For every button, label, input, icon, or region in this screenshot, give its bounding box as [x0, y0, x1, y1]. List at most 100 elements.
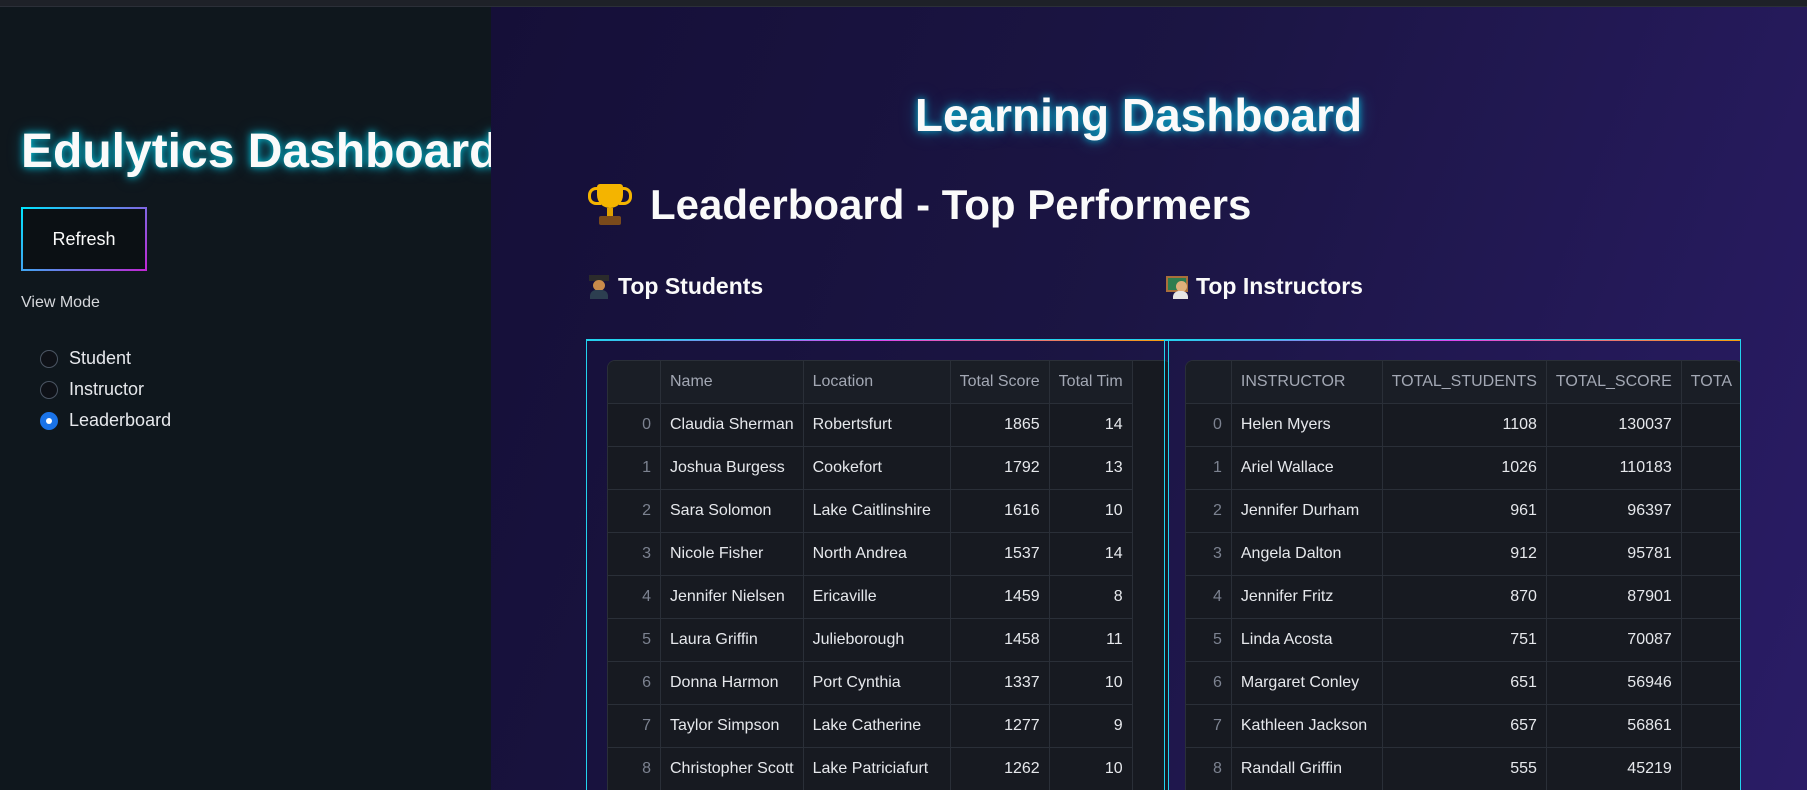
total-score-cell[interactable]: 1616 [950, 489, 1050, 533]
total-score-cell[interactable]: 1262 [950, 747, 1050, 790]
truncated-cell[interactable] [1681, 446, 1740, 490]
total-students-cell[interactable]: 1108 [1382, 403, 1547, 447]
total-time-cell[interactable]: 9 [1049, 704, 1133, 748]
truncated-cell[interactable] [1681, 661, 1740, 705]
total-time-cell[interactable]: 10 [1049, 747, 1133, 790]
location-cell[interactable]: Lake Patriciafurt [803, 747, 951, 790]
name-cell[interactable]: Jennifer Nielsen [660, 575, 804, 619]
total-students-cell[interactable]: 657 [1382, 704, 1547, 748]
total-score-cell[interactable]: 1337 [950, 661, 1050, 705]
total-score-cell[interactable]: 45219 [1546, 747, 1682, 790]
total-score-cell[interactable]: 1459 [950, 575, 1050, 619]
table-row[interactable]: 6 Margaret Conley 651 56946 [1186, 661, 1740, 705]
table-row[interactable]: 8 Randall Griffin 555 45219 [1186, 747, 1740, 790]
table-row[interactable]: 2 Sara Solomon Lake Caitlinshire 1616 10 [608, 489, 1133, 533]
name-cell[interactable]: Taylor Simpson [660, 704, 804, 748]
total-score-cell[interactable]: 87901 [1546, 575, 1682, 619]
instructor-cell[interactable]: Kathleen Jackson [1231, 704, 1383, 748]
truncated-cell[interactable] [1681, 704, 1740, 748]
truncated-cell[interactable] [1681, 532, 1740, 576]
name-cell[interactable]: Claudia Sherman [660, 403, 804, 447]
location-cell[interactable]: Ericaville [803, 575, 951, 619]
location-cell[interactable]: Lake Catherine [803, 704, 951, 748]
total-students-cell[interactable]: 912 [1382, 532, 1547, 576]
instructor-cell[interactable]: Jennifer Durham [1231, 489, 1383, 533]
instructor-cell[interactable]: Jennifer Fritz [1231, 575, 1383, 619]
table-row[interactable]: 3 Nicole Fisher North Andrea 1537 14 [608, 532, 1133, 576]
total-score-cell[interactable]: 96397 [1546, 489, 1682, 533]
truncated-cell[interactable] [1681, 489, 1740, 533]
truncated-cell[interactable] [1681, 575, 1740, 619]
radio-button-icon[interactable] [40, 380, 58, 399]
table-row[interactable]: 0 Claudia Sherman Robertsfurt 1865 14 [608, 403, 1133, 447]
view-mode-option-leaderboard[interactable]: Leaderboard [40, 405, 171, 436]
name-cell[interactable]: Christopher Scott [660, 747, 804, 790]
total-time-cell[interactable]: 13 [1049, 446, 1133, 490]
name-cell[interactable]: Sara Solomon [660, 489, 804, 533]
refresh-button[interactable]: Refresh [21, 207, 147, 271]
column-header-index[interactable] [608, 361, 661, 404]
column-header-truncated[interactable]: TOTA [1681, 361, 1740, 404]
table-row[interactable]: 4 Jennifer Nielsen Ericaville 1459 8 [608, 575, 1133, 619]
column-header-instructor[interactable]: INSTRUCTOR [1231, 361, 1383, 404]
total-score-cell[interactable]: 95781 [1546, 532, 1682, 576]
top-students-table[interactable]: Name Location Total Score Total Tim 0 Cla… [607, 360, 1168, 790]
truncated-cell[interactable] [1681, 747, 1740, 790]
total-score-cell[interactable]: 56861 [1546, 704, 1682, 748]
truncated-cell[interactable] [1681, 618, 1740, 662]
table-row[interactable]: 5 Laura Griffin Julieborough 1458 11 [608, 618, 1133, 662]
column-header-total-score[interactable]: Total Score [950, 361, 1050, 404]
view-mode-option-instructor[interactable]: Instructor [40, 374, 171, 405]
column-header-location[interactable]: Location [803, 361, 951, 404]
total-students-cell[interactable]: 961 [1382, 489, 1547, 533]
location-cell[interactable]: Port Cynthia [803, 661, 951, 705]
instructor-cell[interactable]: Angela Dalton [1231, 532, 1383, 576]
table-row[interactable]: 5 Linda Acosta 751 70087 [1186, 618, 1740, 662]
total-score-cell[interactable]: 1537 [950, 532, 1050, 576]
table-row[interactable]: 3 Angela Dalton 912 95781 [1186, 532, 1740, 576]
instructor-cell[interactable]: Ariel Wallace [1231, 446, 1383, 490]
table-row[interactable]: 7 Kathleen Jackson 657 56861 [1186, 704, 1740, 748]
column-header-total-students[interactable]: TOTAL_STUDENTS [1382, 361, 1547, 404]
table-row[interactable]: 8 Christopher Scott Lake Patriciafurt 1262 1… [608, 747, 1133, 790]
total-time-cell[interactable]: 14 [1049, 532, 1133, 576]
table-row[interactable]: 1 Joshua Burgess Cookefort 1792 13 [608, 446, 1133, 490]
total-students-cell[interactable]: 870 [1382, 575, 1547, 619]
radio-button-icon[interactable] [40, 349, 58, 368]
truncated-cell[interactable] [1681, 403, 1740, 447]
table-row[interactable]: 1 Ariel Wallace 1026 110183 [1186, 446, 1740, 490]
total-score-cell[interactable]: 110183 [1546, 446, 1682, 490]
total-score-cell[interactable]: 130037 [1546, 403, 1682, 447]
table-row[interactable]: 2 Jennifer Durham 961 96397 [1186, 489, 1740, 533]
total-time-cell[interactable]: 14 [1049, 403, 1133, 447]
column-header-total-score[interactable]: TOTAL_SCORE [1546, 361, 1682, 404]
location-cell[interactable]: North Andrea [803, 532, 951, 576]
total-students-cell[interactable]: 751 [1382, 618, 1547, 662]
table-row[interactable]: 6 Donna Harmon Port Cynthia 1337 10 [608, 661, 1133, 705]
total-score-cell[interactable]: 1458 [950, 618, 1050, 662]
location-cell[interactable]: Julieborough [803, 618, 951, 662]
instructor-cell[interactable]: Randall Griffin [1231, 747, 1383, 790]
column-header-index[interactable] [1186, 361, 1232, 404]
location-cell[interactable]: Robertsfurt [803, 403, 951, 447]
top-instructors-table[interactable]: INSTRUCTOR TOTAL_STUDENTS TOTAL_SCORE TO… [1185, 360, 1740, 790]
name-cell[interactable]: Donna Harmon [660, 661, 804, 705]
column-header-total-time[interactable]: Total Tim [1049, 361, 1133, 404]
total-score-cell[interactable]: 1865 [950, 403, 1050, 447]
table-row[interactable]: 7 Taylor Simpson Lake Catherine 1277 9 [608, 704, 1133, 748]
instructor-cell[interactable]: Margaret Conley [1231, 661, 1383, 705]
total-students-cell[interactable]: 555 [1382, 747, 1547, 790]
total-students-cell[interactable]: 1026 [1382, 446, 1547, 490]
total-score-cell[interactable]: 70087 [1546, 618, 1682, 662]
location-cell[interactable]: Cookefort [803, 446, 951, 490]
column-header-name[interactable]: Name [660, 361, 804, 404]
instructor-cell[interactable]: Linda Acosta [1231, 618, 1383, 662]
name-cell[interactable]: Joshua Burgess [660, 446, 804, 490]
total-students-cell[interactable]: 651 [1382, 661, 1547, 705]
total-score-cell[interactable]: 1277 [950, 704, 1050, 748]
instructor-cell[interactable]: Helen Myers [1231, 403, 1383, 447]
table-row[interactable]: 4 Jennifer Fritz 870 87901 [1186, 575, 1740, 619]
name-cell[interactable]: Nicole Fisher [660, 532, 804, 576]
total-time-cell[interactable]: 11 [1049, 618, 1133, 662]
name-cell[interactable]: Laura Griffin [660, 618, 804, 662]
